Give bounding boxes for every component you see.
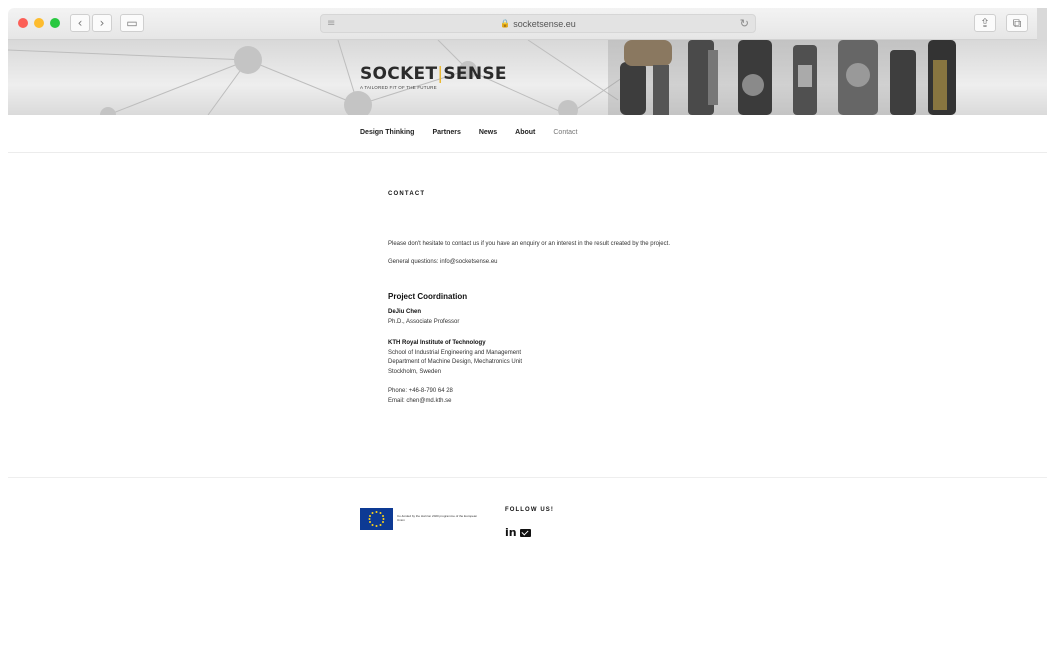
eu-funding-text: Co-funded by the Horizon 2020 programme … xyxy=(397,514,478,522)
sidebar-icon: ▭ xyxy=(126,16,138,30)
reload-icon[interactable]: ↻ xyxy=(740,17,749,30)
eu-flag-icon xyxy=(360,508,393,530)
intro-text: Please don't hesitate to contact us if y… xyxy=(388,240,670,247)
school-name: School of Industrial Engineering and Man… xyxy=(388,349,522,356)
logo-text: SOCKET|SENSE xyxy=(360,64,507,84)
nav-item-partners[interactable]: Partners xyxy=(432,129,460,136)
logo-text-left: SOCKET xyxy=(360,64,438,84)
social-links: in xyxy=(505,527,554,538)
address-bar[interactable]: ≡ 🔒 socketsense.eu ↻ xyxy=(320,14,756,33)
site-header-banner: SOCKET|SENSE A TAILORED FIT OF THE FUTUR… xyxy=(8,40,1047,115)
coordinator-name: DeJiu Chen xyxy=(388,309,422,315)
share-icon: ⇪ xyxy=(979,16,991,30)
nav-item-design-thinking[interactable]: Design Thinking xyxy=(360,129,414,136)
city-text: Stockholm, Sweden xyxy=(388,368,442,375)
network-background-graphic xyxy=(8,40,956,115)
tabs-button[interactable]: ⧉ xyxy=(1006,14,1028,32)
forward-button[interactable]: › xyxy=(92,14,112,32)
share-button[interactable]: ⇪ xyxy=(974,14,996,32)
phone-text: Phone: +46-8-790 64 28 xyxy=(388,388,453,394)
close-window-button[interactable] xyxy=(18,18,28,28)
nav-item-news[interactable]: News xyxy=(479,129,497,136)
url-text: socketsense.eu xyxy=(513,18,576,29)
reader-icon[interactable]: ≡ xyxy=(327,18,335,29)
zoom-window-button[interactable] xyxy=(50,18,60,28)
prosthetic-sockets-photo xyxy=(608,40,956,115)
site-tagline: A TAILORED FIT OF THE FUTURE xyxy=(360,85,437,90)
logo-text-right: SENSE xyxy=(443,64,507,84)
email-text[interactable]: Email: chen@md.kth.se xyxy=(388,397,678,407)
follow-us-section: FOLLOW US! in xyxy=(505,507,554,538)
tabs-icon: ⧉ xyxy=(1012,16,1022,30)
nav-item-contact[interactable]: Contact xyxy=(553,129,577,136)
main-navigation: Design Thinking Partners News About Cont… xyxy=(8,115,1047,153)
site-logo[interactable]: SOCKET|SENSE A TAILORED FIT OF THE FUTUR… xyxy=(360,64,507,90)
coordination-heading: Project Coordination xyxy=(388,291,468,301)
coordinator-title: Ph.D., Associate Professor xyxy=(388,318,460,325)
mail-icon[interactable] xyxy=(519,528,531,537)
lock-icon: 🔒 xyxy=(500,19,511,28)
window-edge xyxy=(1037,8,1047,40)
chevron-left-icon: ‹ xyxy=(77,16,83,30)
page-title: CONTACT xyxy=(388,191,426,197)
contact-content: CONTACT Please don't hesitate to contact… xyxy=(388,190,678,406)
department-name: Department of Machine Design, Mechatroni… xyxy=(388,359,523,365)
sidebar-toggle-button[interactable]: ▭ xyxy=(120,14,144,32)
linkedin-icon[interactable]: in xyxy=(505,527,517,538)
institute-name: KTH Royal Institute of Technology xyxy=(388,340,486,346)
window-controls xyxy=(18,18,60,28)
site-footer: Co-funded by the Horizon 2020 programme … xyxy=(8,477,1047,648)
back-button[interactable]: ‹ xyxy=(70,14,90,32)
browser-toolbar: ‹ › ▭ ≡ 🔒 socketsense.eu ↻ ⇪ ⧉ xyxy=(8,8,1047,40)
nav-item-about[interactable]: About xyxy=(515,129,535,136)
general-questions-text[interactable]: General questions: info@socketsense.eu xyxy=(388,258,678,268)
chevron-right-icon: › xyxy=(99,16,105,30)
eu-funding-notice: Co-funded by the Horizon 2020 programme … xyxy=(360,508,485,530)
minimize-window-button[interactable] xyxy=(34,18,44,28)
follow-us-heading: FOLLOW US! xyxy=(505,507,554,513)
